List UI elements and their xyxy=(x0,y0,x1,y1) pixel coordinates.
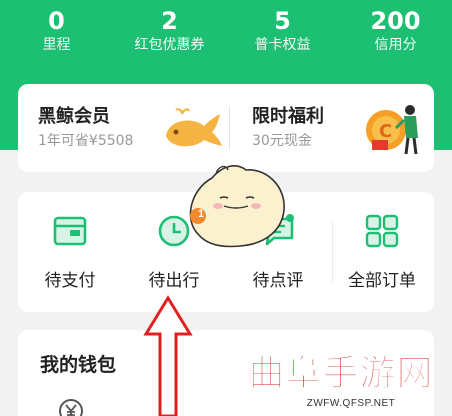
membership-title: 黑鲸会员 xyxy=(38,106,110,127)
watermark-url: ZWFW.QFSP.NET xyxy=(306,398,396,409)
order-label: 待支付 xyxy=(44,271,96,291)
yen-coin-icon xyxy=(59,399,83,416)
stat-label: 里程 xyxy=(42,37,71,53)
stats-bar: 0 里程 2 红包优惠券 5 普卡权益 200 信用分 xyxy=(0,6,452,66)
stat-value: 2 xyxy=(161,7,178,35)
order-pending-payment[interactable]: 待支付 xyxy=(18,192,122,312)
stat-value: 200 xyxy=(370,7,421,35)
order-label: 全部订单 xyxy=(348,271,416,291)
black-whale-membership[interactable]: 黑鲸会员 1年可省¥5508 xyxy=(18,84,228,172)
stat-value: 5 xyxy=(274,7,291,35)
stat-label: 信用分 xyxy=(374,37,417,53)
watermark: 曲阜手游网 ZWFW.QFSP.NET xyxy=(236,352,446,416)
wallet-title: 我的钱包 xyxy=(40,354,117,376)
stat-label: 普卡权益 xyxy=(254,37,311,53)
order-label: 待点评 xyxy=(252,271,304,291)
up-arrow-annotation xyxy=(143,295,193,416)
whale-icon xyxy=(166,108,222,147)
stat-coupons[interactable]: 2 红包优惠券 xyxy=(113,6,226,66)
watermark-text: 曲阜手游网 xyxy=(248,352,434,395)
stat-mileage[interactable]: 0 里程 xyxy=(0,6,113,66)
mascot-sticker-icon[interactable] xyxy=(176,160,296,252)
svg-text:C: C xyxy=(379,121,392,142)
membership-subtitle: 1年可省¥5508 xyxy=(38,133,134,149)
limited-welfare[interactable]: 限时福利 30元现金 C xyxy=(230,84,434,172)
order-label: 待出行 xyxy=(148,271,200,291)
order-all[interactable]: 全部订单 xyxy=(330,192,434,312)
coin-person-icon: C xyxy=(366,105,418,155)
grid-icon xyxy=(365,214,399,248)
welfare-title: 限时福利 xyxy=(252,106,324,127)
stat-credit-score[interactable]: 200 信用分 xyxy=(339,6,452,66)
membership-card: 黑鲸会员 1年可省¥5508 限时福利 30元现金 C xyxy=(18,84,434,172)
stat-card-benefits[interactable]: 5 普卡权益 xyxy=(226,6,339,66)
stat-label: 红包优惠券 xyxy=(134,37,205,53)
stat-value: 0 xyxy=(48,7,65,35)
welfare-subtitle: 30元现金 xyxy=(252,133,312,149)
mascot-badge: 1 xyxy=(197,208,205,220)
wallet-icon xyxy=(53,216,87,246)
